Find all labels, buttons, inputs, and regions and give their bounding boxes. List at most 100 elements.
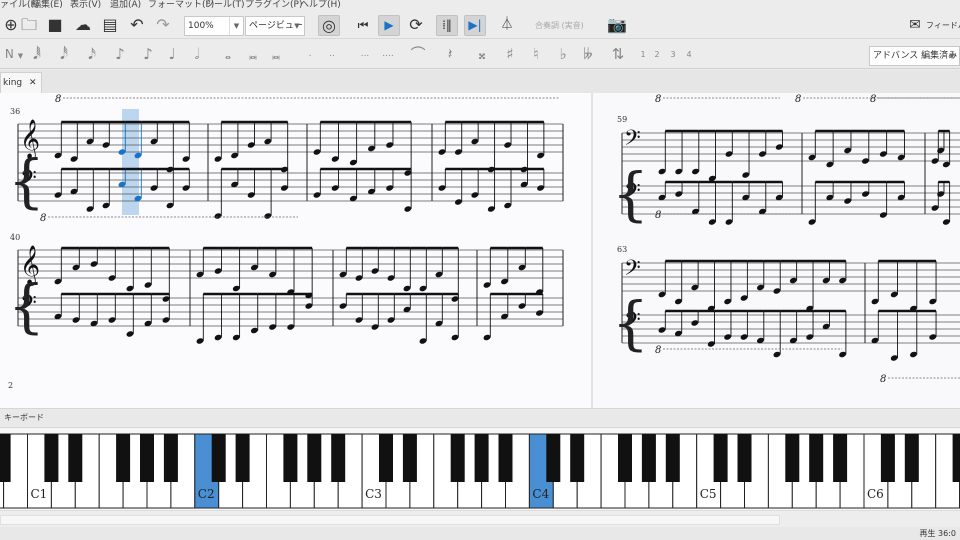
black-key[interactable] (163, 434, 178, 482)
dot-button[interactable]: .. (322, 40, 342, 69)
black-key[interactable] (665, 434, 680, 482)
loop-icon[interactable]: ⟳ (405, 12, 427, 38)
save-icon[interactable]: ■ (44, 12, 66, 38)
tab-score[interactable]: king ✕ (0, 72, 42, 93)
black-key[interactable] (235, 434, 250, 482)
menu-item[interactable]: 表示(V) (70, 0, 101, 10)
chevron-down-icon[interactable]: ▼ (290, 17, 304, 35)
duration-button[interactable]: 𝅘𝅥𝅱 (27, 40, 47, 69)
duration-button[interactable]: ♪ (110, 40, 130, 69)
score-canvas[interactable]: 𝄞𝄢{36𝄞𝄢{40𝄢𝄢{59𝄢𝄢{63888 888882 (0, 93, 960, 408)
duration-button[interactable]: 𝅘𝅥𝅰 (54, 40, 74, 69)
chevron-down-icon[interactable]: ▼ (945, 47, 959, 65)
black-key[interactable] (737, 434, 752, 482)
black-key[interactable] (833, 434, 848, 482)
view-mode-combo[interactable]: ページビュー ▼ (245, 16, 305, 36)
duration-button[interactable]: 𝅘𝅥𝅯 (82, 40, 102, 69)
black-key[interactable] (0, 434, 11, 482)
black-key[interactable] (880, 434, 895, 482)
score-view[interactable]: 𝄞 𝄢{36 𝄞 𝄢{40 𝄢 𝄢{59 𝄢 𝄢{63 8 8 8 8 8 8 8 8 2 (0, 93, 960, 408)
zoom-combo[interactable]: 100% ▼ (184, 16, 244, 36)
duration-button[interactable]: 𝅗𝅥 (187, 40, 207, 69)
menu-item[interactable]: 追加(A) (110, 0, 141, 10)
accidental-button[interactable]: ♭ (553, 40, 573, 69)
ottava-mark: 8 (880, 374, 886, 385)
black-key[interactable] (713, 434, 728, 482)
black-key[interactable] (474, 434, 489, 482)
print-icon[interactable]: ▤ (99, 12, 121, 38)
flip-direction-button[interactable]: ⇅ (608, 40, 628, 69)
undo-icon[interactable]: ↶ (126, 12, 148, 38)
accidental-button[interactable]: 𝄪 (472, 40, 492, 69)
black-key[interactable] (546, 434, 561, 482)
accidental-button[interactable]: 𝄫 (578, 40, 598, 69)
rewind-icon[interactable]: ⏮ (352, 12, 374, 38)
metronome-icon[interactable]: ⏃ (496, 12, 518, 38)
black-key[interactable] (641, 434, 656, 482)
note-input-mode: N (4, 47, 14, 61)
duration-button[interactable]: 𝅜 (243, 40, 263, 69)
black-key[interactable] (331, 434, 346, 482)
close-icon[interactable]: ✕ (29, 78, 37, 88)
duration-button[interactable]: ♪ (138, 40, 158, 69)
accidental-button[interactable]: ♯ (500, 40, 520, 69)
black-key[interactable] (68, 434, 83, 482)
black-key[interactable] (498, 434, 513, 482)
note-input-toolbar: N ▼ 𝅘𝅥𝅱 𝅘𝅥𝅰 𝅘𝅥𝅯 ♪ ♪ ♩ 𝅗𝅥 𝅝 𝅜 𝅜 .......... ⌒ 𝄽 𝄪 ♯ ♮… (0, 40, 960, 69)
menu-item[interactable]: ヘルプ(H) (300, 0, 341, 10)
black-key[interactable] (904, 434, 919, 482)
measure-number: 36 (10, 107, 20, 116)
piano-keys[interactable]: C1 C2 C3 C4 C5 C6 (0, 428, 960, 510)
duration-button[interactable]: 𝅝 (218, 40, 238, 69)
open-icon[interactable]: 🗀 (18, 12, 40, 38)
voice-button[interactable]: 3 (666, 40, 680, 69)
black-key[interactable] (283, 434, 298, 482)
pan-icon[interactable]: ▶| (464, 15, 486, 36)
feedback-button[interactable]: フィードバ (926, 20, 960, 31)
black-key[interactable] (211, 434, 226, 482)
black-key[interactable] (379, 434, 393, 482)
bass-clef-icon: 𝄢 (624, 256, 641, 286)
chevron-down-icon[interactable]: ▼ (229, 17, 243, 35)
black-key[interactable] (785, 434, 800, 482)
concert-pitch-button[interactable]: 合奏調 (実音) (535, 20, 584, 31)
black-key[interactable] (809, 434, 824, 482)
voice-button[interactable]: 1 (636, 40, 650, 69)
menu-item[interactable]: ツール(T) (205, 0, 245, 10)
accidental-button[interactable]: ♮ (526, 40, 546, 69)
envelope-icon[interactable]: ✉ (904, 12, 926, 38)
brace: { (612, 289, 649, 357)
workspace-combo[interactable]: アドバンス 編集済み ▼ (869, 46, 960, 66)
cloud-upload-icon[interactable]: ☁ (72, 12, 94, 38)
dot-button[interactable]: ... (355, 40, 375, 69)
black-key[interactable] (570, 434, 585, 482)
menu-item[interactable]: 編集(E) (32, 0, 63, 10)
black-key[interactable] (116, 434, 131, 482)
voice-button[interactable]: 4 (682, 40, 696, 69)
scrollbar-thumb[interactable] (0, 515, 780, 525)
black-key[interactable] (618, 434, 632, 482)
duration-button[interactable]: 𝅜 (266, 40, 286, 69)
dot-button[interactable]: . (300, 40, 320, 69)
brace: { (8, 272, 45, 340)
black-key[interactable] (307, 434, 322, 482)
black-key[interactable] (44, 434, 59, 482)
voice-button[interactable]: 2 (650, 40, 664, 69)
play-icon[interactable]: ▶ (378, 15, 400, 36)
camera-icon[interactable]: 📷 (606, 12, 628, 38)
black-key[interactable] (952, 434, 960, 482)
black-key[interactable] (140, 434, 154, 482)
tie-button[interactable]: ⌒ (408, 40, 428, 69)
redo-icon[interactable]: ↷ (152, 12, 174, 38)
horizontal-scrollbar[interactable] (0, 510, 960, 527)
dot-button[interactable]: .... (378, 40, 398, 69)
midi-input-icon[interactable]: ◎ (318, 15, 340, 36)
duration-button[interactable]: ♩ (162, 40, 182, 69)
menu-item[interactable]: プラグイン(P) (245, 0, 302, 10)
status-bar: 再生 36:0 (0, 527, 960, 540)
black-key[interactable] (402, 434, 417, 482)
repeat-icon[interactable]: ⁞‖ (436, 15, 458, 36)
rest-button[interactable]: 𝄽 (440, 40, 460, 69)
black-key[interactable] (450, 434, 465, 482)
note-input-mode-button[interactable]: N ▼ (0, 40, 28, 71)
